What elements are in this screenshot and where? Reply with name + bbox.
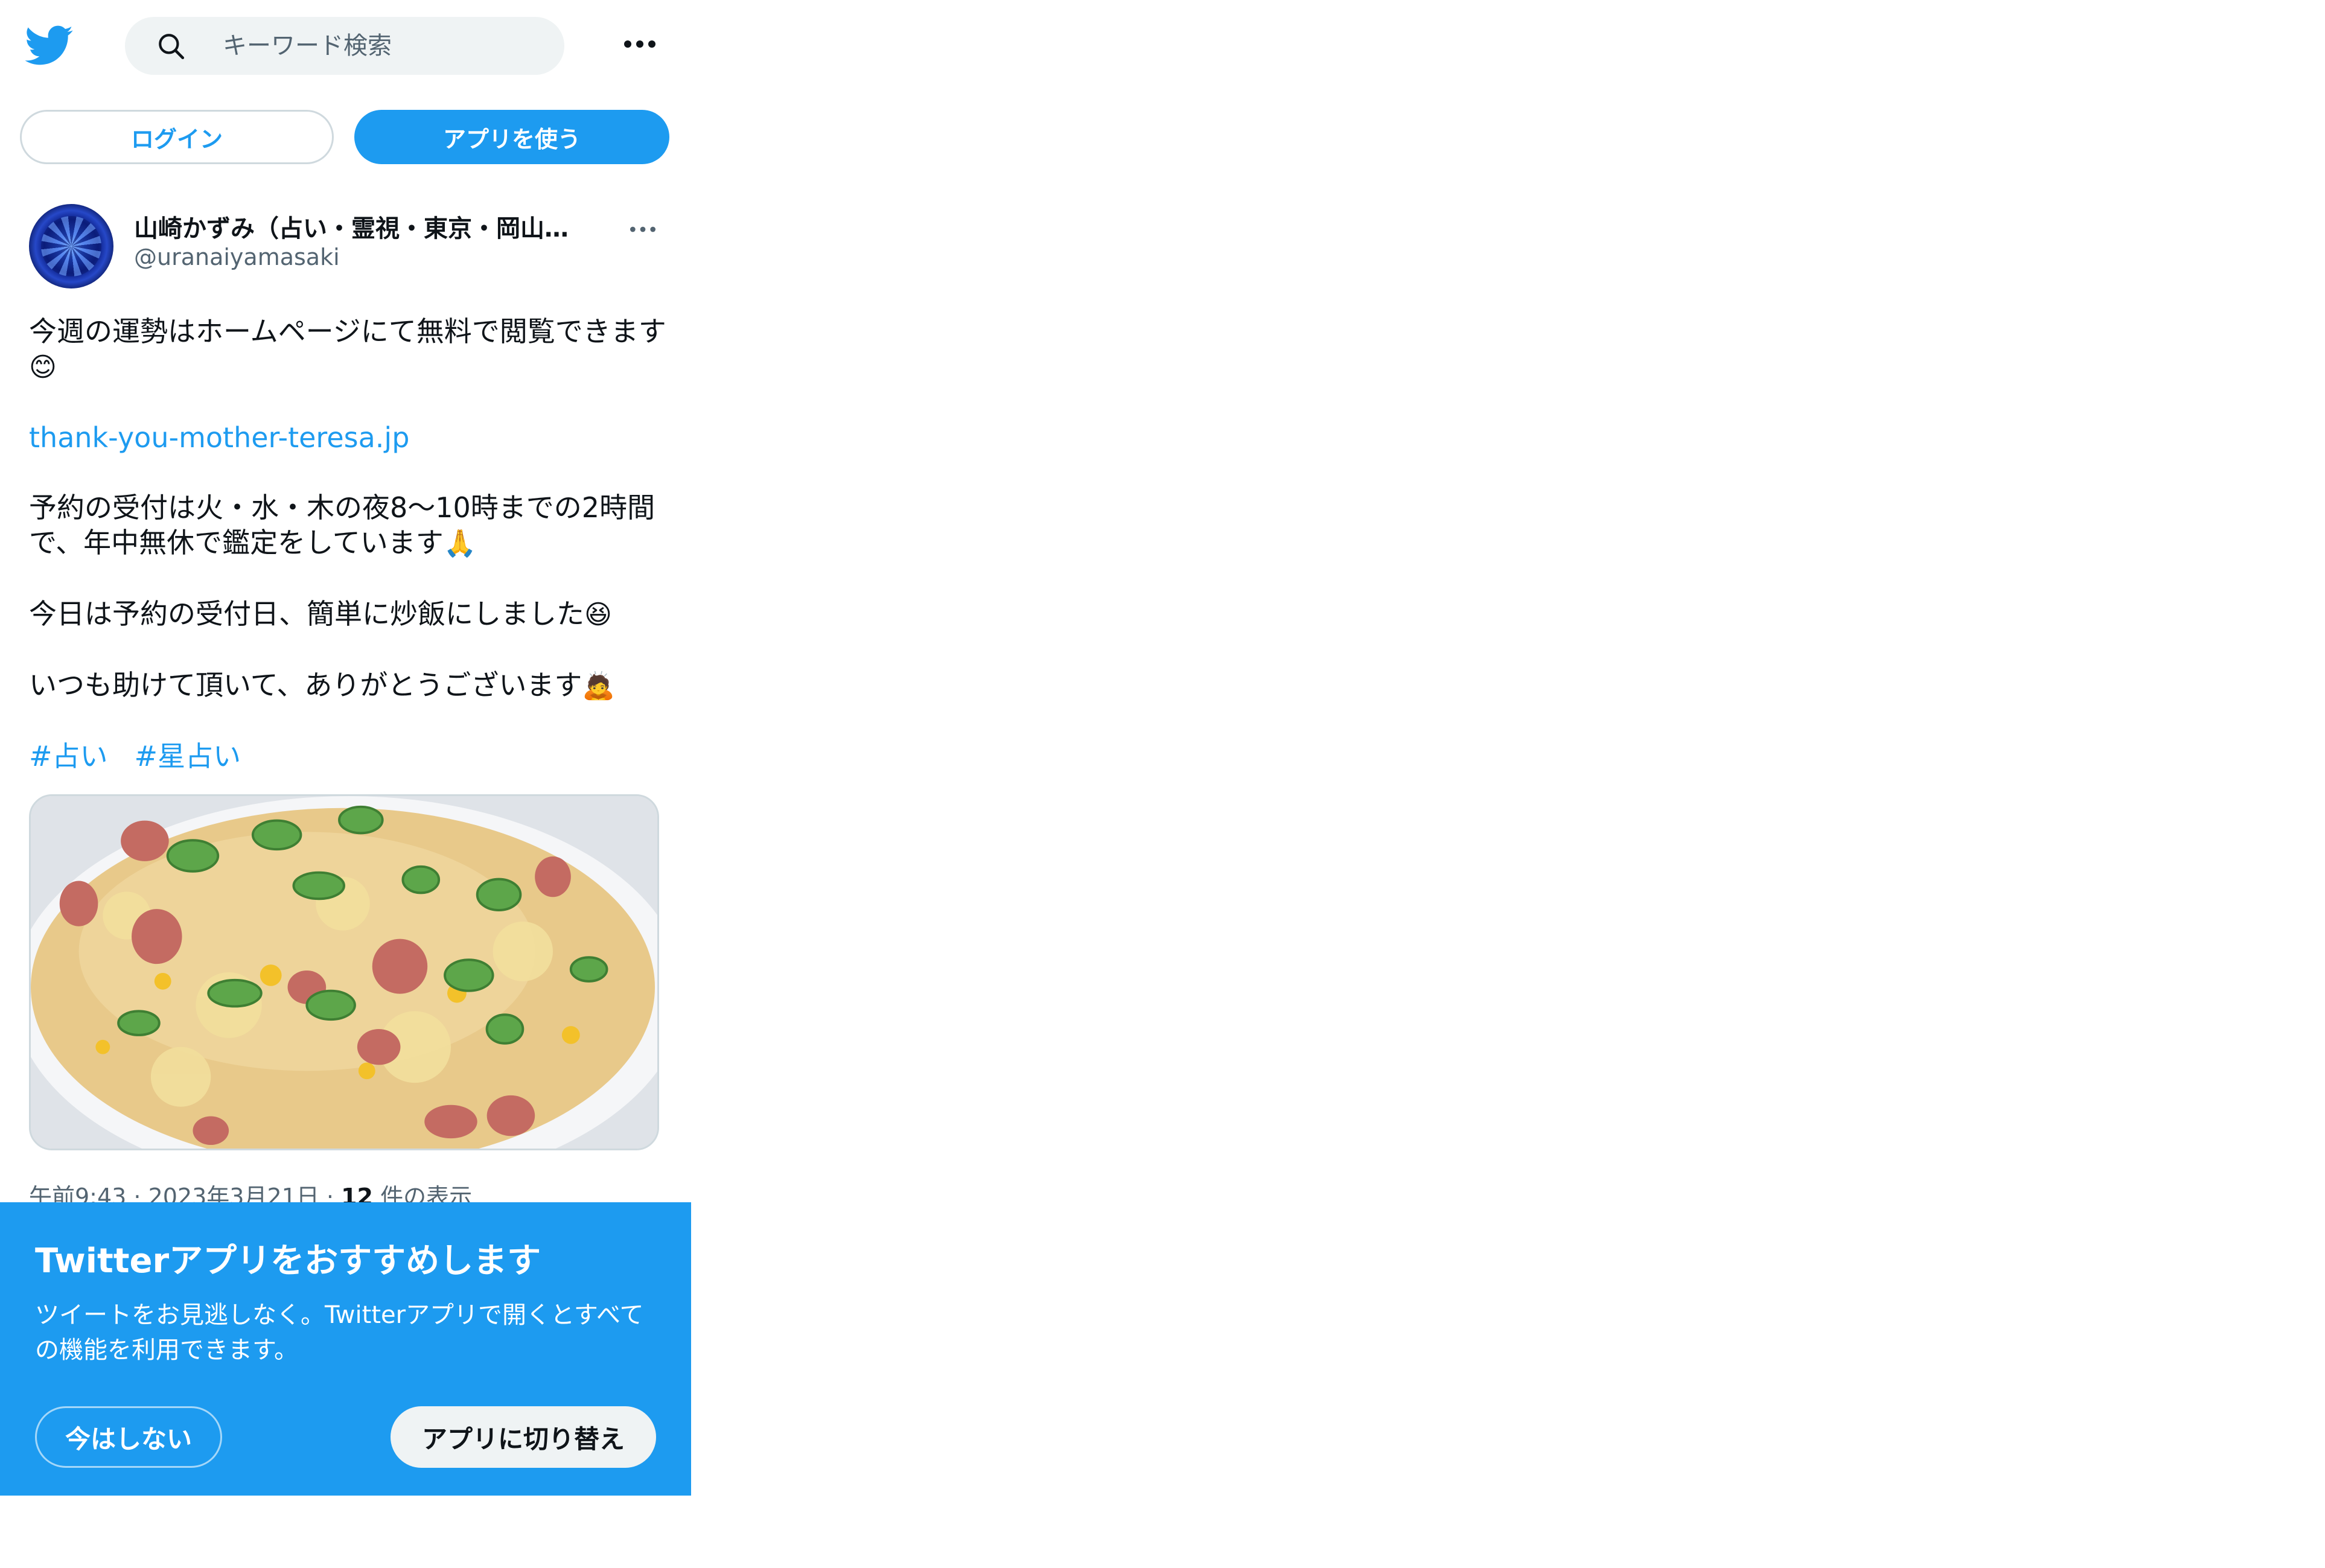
- tweet-text: 今週の運勢はホームページにて無料で閲覧できます😊 thank-you-mothe…: [29, 314, 669, 774]
- banner-description: ツイートをお見逃しなく。Twitterアプリで開くとすべての機能を利用できます。: [35, 1301, 644, 1364]
- fried-rice-photo: [31, 796, 657, 1149]
- grinning-squinting-emoji: 😆: [584, 599, 612, 630]
- tweet-paragraph: 今日は予約の受付日、簡単に炒飯にしました😆: [29, 598, 612, 630]
- search-input[interactable]: [222, 25, 538, 66]
- use-app-button[interactable]: アプリを使う: [354, 110, 669, 164]
- tweet-paragraph: いつも助けて頂いて、ありがとうございます🙇: [29, 669, 616, 701]
- tweet-photo[interactable]: [29, 794, 659, 1150]
- tweet-paragraph: 今週の運勢はホームページにて無料で閲覧できます😊: [29, 315, 666, 383]
- bowing-person-emoji: 🙇: [582, 671, 616, 701]
- website-link[interactable]: thank-you-mother-teresa.jp: [29, 421, 409, 454]
- search-bar[interactable]: [125, 17, 564, 75]
- smiling-face-emoji: 😊: [29, 352, 57, 383]
- author-handle[interactable]: @uranaiyamasaki: [134, 244, 340, 270]
- switch-to-app-button[interactable]: アプリに切り替え: [391, 1406, 656, 1468]
- tweet-paragraph: 予約の受付は火・水・木の夜8〜10時までの2時間で、年中無休で鑑定をしています🙏: [29, 491, 655, 559]
- tweet-more-icon[interactable]: [628, 217, 658, 241]
- login-button[interactable]: ログイン: [20, 110, 334, 164]
- avatar[interactable]: [29, 204, 113, 288]
- app-promo-banner: Twitterアプリをおすすめします ツイートをお見逃しなく。Twitterアプ…: [0, 1202, 691, 1496]
- hashtag-link[interactable]: #星占い: [135, 740, 241, 773]
- search-icon: [159, 34, 185, 60]
- folded-hands-emoji: 🙏: [443, 528, 477, 559]
- tweet-paragraph: thank-you-mother-teresa.jp: [29, 420, 669, 455]
- not-now-button[interactable]: 今はしない: [35, 1406, 222, 1468]
- banner-title: Twitterアプリをおすすめします: [35, 1241, 541, 1281]
- hashtag-link[interactable]: #占い: [29, 740, 108, 773]
- hashtag-list: #占い #星占い: [29, 739, 669, 774]
- twitter-bird-icon[interactable]: [25, 21, 74, 69]
- page: ログイン アプリを使う 山崎かずみ（占い・霊視・東京・岡山… @uranaiya…: [0, 0, 2325, 1568]
- author-display-name[interactable]: 山崎かずみ（占い・霊視・東京・岡山…: [134, 209, 605, 244]
- more-horizontal-icon[interactable]: [622, 29, 658, 59]
